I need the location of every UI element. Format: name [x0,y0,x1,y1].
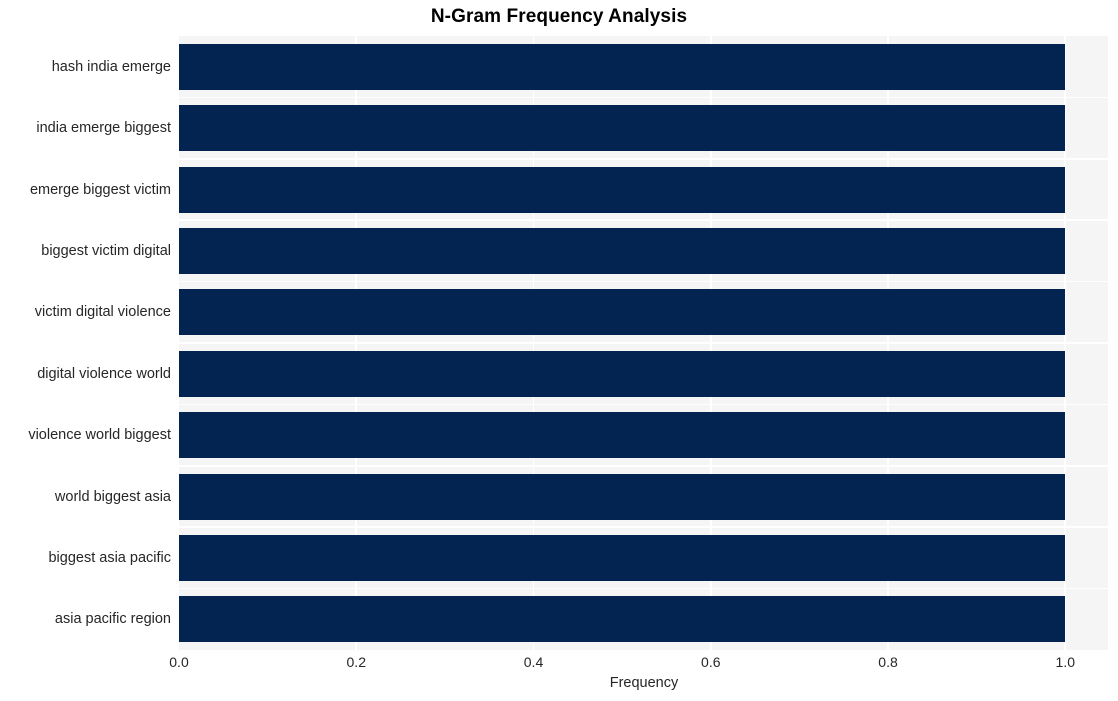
y-gridline [179,526,1108,528]
y-axis-tick-label: india emerge biggest [36,120,171,137]
y-gridline [179,219,1108,221]
y-gridline [179,587,1108,590]
y-gridline [179,158,1108,160]
plot-area [179,36,1108,650]
bar[interactable] [179,105,1066,152]
bar[interactable] [179,350,1066,397]
y-axis-tick-label: victim digital violence [34,304,171,321]
y-axis-tick-labels: hash india emerge india emerge biggest eme… [0,36,171,650]
bar[interactable] [179,289,1066,336]
y-gridline [179,280,1108,283]
x-axis-title: Frequency [609,675,679,691]
y-gridline [179,465,1108,467]
chart-figure: N-Gram Frequency Analysis hash india eme… [0,0,1118,701]
bar[interactable] [179,534,1066,581]
bar[interactable] [179,412,1066,459]
bar[interactable] [179,473,1066,520]
y-axis-tick-label: asia pacific region [54,611,171,628]
x-axis-tick-label: 0.4 [523,654,544,670]
y-axis-tick-label: emerge biggest victim [29,181,171,198]
y-gridline [179,342,1108,344]
y-axis-tick-label: digital violence world [37,365,171,382]
y-axis-tick-label: biggest victim digital [41,242,171,259]
x-axis-tick-label: 0.6 [701,654,721,670]
bar[interactable] [179,43,1066,90]
y-gridline [179,403,1108,406]
x-axis-tick-label: 0.2 [346,654,366,670]
y-axis-tick-label: biggest asia pacific [48,549,171,566]
y-axis-tick-label: hash india emerge [51,58,171,75]
bar[interactable] [179,227,1066,274]
bar[interactable] [179,596,1066,643]
y-axis-tick-label: violence world biggest [28,427,171,444]
x-axis-tick-label: 1.0 [1055,654,1076,670]
chart-title: N-Gram Frequency Analysis [430,6,688,27]
x-axis-tick-labels: 0.0 0.2 0.4 0.6 0.8 1.0 [0,654,1118,676]
y-axis-tick-label: world biggest asia [54,488,171,505]
bar[interactable] [179,166,1066,213]
y-gridline [179,96,1108,99]
x-axis-tick-label: 0.8 [878,654,898,670]
x-axis-tick-label: 0.0 [169,654,189,670]
